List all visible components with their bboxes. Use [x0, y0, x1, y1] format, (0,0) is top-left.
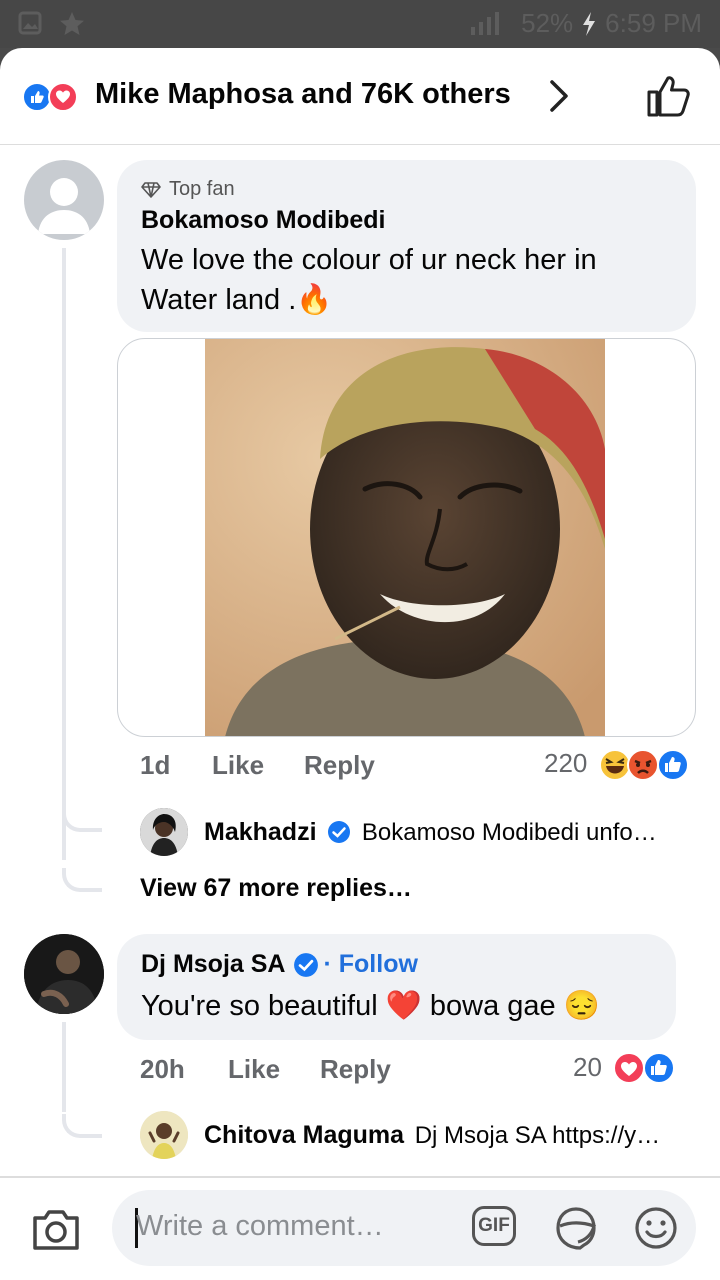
signal-icon [471, 11, 500, 35]
comment-placeholder: Write a comment… [136, 1210, 384, 1242]
verified-badge-icon [294, 952, 319, 977]
comment-header: Dj Msoja SA · Follow [141, 950, 418, 979]
comments-sheet: Mike Maphosa and 76K others Top fan Boka… [0, 48, 720, 1280]
top-fan-label: Top fan [169, 178, 235, 200]
reply-link[interactable]: Reply [320, 1054, 391, 1085]
comment-bubble[interactable]: Top fan Bokamoso Modibedi We love the co… [117, 160, 696, 332]
reaction-icons [22, 82, 78, 112]
chevron-right-icon[interactable] [548, 78, 572, 114]
reply-author[interactable]: Chitova Maguma [204, 1121, 404, 1149]
top-fan-badge: Top fan [141, 178, 235, 201]
emoji-icon[interactable] [632, 1204, 680, 1252]
like-link[interactable]: Like [212, 750, 264, 781]
thread-connector [62, 1114, 102, 1138]
reaction-count[interactable]: 220 [544, 748, 587, 779]
reply-snippet: Bokamoso Modibedi unfo… [361, 819, 657, 846]
status-bar: 52% 6:59 PM [0, 0, 720, 48]
comment-bubble[interactable]: Dj Msoja SA · Follow You're so beautiful… [117, 934, 676, 1040]
reply-preview[interactable]: Chitova Maguma Dj Msoja SA https://y… [204, 1121, 660, 1150]
comment-composer: Write a comment… GIF [0, 1176, 720, 1280]
like-icon [643, 1052, 675, 1084]
sticker-icon[interactable] [552, 1204, 600, 1252]
comment-time: 1d [140, 750, 171, 780]
view-more-replies[interactable]: View 67 more replies… [140, 874, 412, 903]
verified-badge-icon [328, 821, 351, 843]
reaction-count[interactable]: 20 [573, 1052, 602, 1083]
thread-line [62, 1022, 66, 1112]
avatar[interactable] [24, 934, 104, 1014]
reply-link[interactable]: Reply [304, 750, 375, 781]
camera-icon[interactable] [31, 1208, 81, 1252]
gif-icon[interactable]: GIF [472, 1206, 516, 1246]
comment-author[interactable]: Dj Msoja SA [141, 950, 285, 979]
thread-connector [62, 808, 102, 832]
reply-snippet: Dj Msoja SA https://y… [414, 1122, 661, 1149]
avatar[interactable] [24, 160, 104, 240]
comment-image-frame[interactable] [117, 338, 696, 737]
reply-preview[interactable]: Makhadzi Bokamoso Modibedi unfo… [204, 818, 657, 847]
comment-text: You're so beautiful ❤️ bowa gae 😔 [141, 990, 600, 1022]
comment-photo[interactable] [205, 339, 605, 737]
star-icon [60, 12, 84, 35]
gif-label: GIF [478, 1215, 510, 1236]
reactions-summary[interactable]: Mike Maphosa and 76K others [95, 78, 511, 111]
follow-button[interactable]: · Follow [323, 950, 417, 979]
diamond-icon [141, 181, 161, 198]
reaction-icons[interactable] [598, 748, 698, 782]
reaction-icons[interactable] [612, 1051, 680, 1085]
thread-line [62, 248, 66, 860]
comment-time: 20h [140, 1054, 185, 1084]
clock: 6:59 PM [605, 8, 702, 38]
reply-avatar[interactable] [140, 1111, 188, 1159]
reactions-header[interactable]: Mike Maphosa and 76K others [0, 48, 720, 145]
charging-icon [583, 11, 596, 36]
angry-icon [627, 749, 659, 781]
thread-connector [62, 868, 102, 892]
love-icon [613, 1052, 645, 1084]
like-link[interactable]: Like [228, 1054, 280, 1085]
comment-input[interactable]: Write a comment… GIF [112, 1190, 696, 1266]
comment-text: We love the colour of ur neck her in Wat… [141, 244, 597, 316]
gallery-icon [18, 11, 42, 35]
love-icon [48, 82, 78, 112]
reply-avatar[interactable] [140, 808, 188, 856]
like-icon [657, 749, 689, 781]
comment-author[interactable]: Bokamoso Modibedi [141, 206, 385, 235]
reply-author[interactable]: Makhadzi [204, 818, 317, 846]
battery-percent: 52% [521, 8, 574, 38]
like-button-icon[interactable] [646, 74, 692, 118]
